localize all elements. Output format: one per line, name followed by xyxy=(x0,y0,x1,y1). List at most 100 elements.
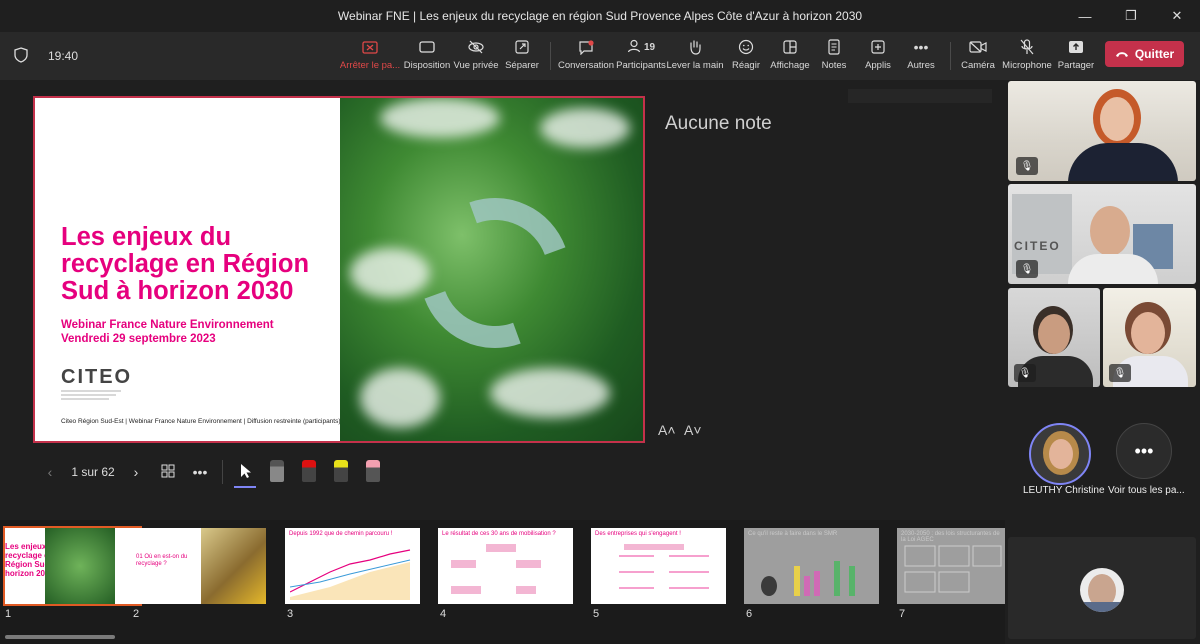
thumbnail-slide-1[interactable]: Les enjeux du recyclage en Région Sud à … xyxy=(3,526,142,606)
more-icon: ••• xyxy=(192,464,208,480)
eye-off-icon xyxy=(468,37,484,57)
cloud xyxy=(360,368,440,428)
cloud xyxy=(540,108,630,148)
microphone-button[interactable]: Microphone xyxy=(1002,37,1052,77)
stop-sharing-button[interactable]: Arrêter le pa... xyxy=(340,37,400,77)
plus-icon xyxy=(871,37,885,57)
more-slide-options-button[interactable]: ••• xyxy=(190,460,210,484)
notes-label: Notes xyxy=(821,60,847,71)
eraser-tool[interactable] xyxy=(270,460,284,482)
decrease-font-button[interactable]: A˅ xyxy=(684,422,702,438)
chevron-right-icon: › xyxy=(133,464,139,480)
window-controls: — ❐ ✕ xyxy=(1062,0,1200,32)
previous-slide-button[interactable]: ‹ xyxy=(42,460,58,484)
slide-counter: 1 sur 62 xyxy=(71,465,115,479)
participants-button[interactable]: 19 Participants xyxy=(616,37,666,77)
featured-participant-avatar[interactable] xyxy=(1029,423,1091,485)
featured-participant-name: LEUTHY Christine xyxy=(1023,485,1105,496)
thumbnail-slide-2[interactable]: 01 Où en est-on du recyclage ? xyxy=(131,528,266,604)
mic-off-icon: 🎙 xyxy=(1016,157,1038,175)
share-button[interactable]: Partager xyxy=(1057,37,1095,77)
view-button[interactable]: Affichage xyxy=(769,37,811,77)
cursor-icon xyxy=(240,463,252,482)
grid-view-icon xyxy=(161,464,175,481)
chat-button[interactable]: Conversation xyxy=(558,37,614,77)
phone-hangup-icon xyxy=(1115,47,1129,61)
see-all-participants-label: Voir tous les pa... xyxy=(1108,485,1185,496)
close-window-button[interactable]: ✕ xyxy=(1154,0,1200,32)
share-label: Partager xyxy=(1057,60,1095,71)
citeo-tagline xyxy=(61,388,141,403)
private-view-button[interactable]: Vue privée xyxy=(453,37,499,77)
layout-button[interactable]: Disposition xyxy=(404,37,450,77)
thumbnail-slide-7[interactable]: 2030-2050 : des lois structurantes de la… xyxy=(897,528,1005,604)
participant-face xyxy=(1049,439,1073,469)
notes-hint-bar xyxy=(848,89,992,103)
thumbnail-slide-5[interactable]: Des entreprises qui s'engagent ! xyxy=(591,528,726,604)
chat-icon xyxy=(578,37,594,57)
more-options-button[interactable]: ••• Autres xyxy=(905,37,937,77)
participant-video-tile[interactable]: 🎙 xyxy=(1103,288,1196,387)
hand-icon xyxy=(688,37,702,57)
toolbar-divider xyxy=(550,42,551,70)
notes-button[interactable]: Notes xyxy=(817,37,851,77)
participant-video-tile[interactable]: CITEO 🎙 xyxy=(1008,184,1196,284)
minimize-button[interactable]: — xyxy=(1062,0,1108,32)
participant-video-tile[interactable]: 🎙 xyxy=(1008,288,1100,387)
grid-view-button[interactable] xyxy=(158,460,178,484)
mic-off-icon: 🎙 xyxy=(1016,260,1038,278)
notes-empty-text: Aucune note xyxy=(665,113,772,134)
view-label: Affichage xyxy=(770,60,810,71)
participant-clothes xyxy=(1068,143,1178,181)
participants-count: 19 xyxy=(643,41,656,53)
citeo-logo: CITEO xyxy=(61,366,133,388)
thumbnail-scrollbar[interactable] xyxy=(5,635,115,639)
emoji-icon xyxy=(738,37,754,57)
active-tool-indicator xyxy=(234,486,256,488)
apps-button[interactable]: Applis xyxy=(861,37,895,77)
citeo-poster-text: CITEO xyxy=(1014,239,1061,253)
thumbnail-title: Depuis 1992 que de chemin parcouru ! xyxy=(289,531,393,537)
cloud xyxy=(380,98,500,138)
yellow-highlighter-tool[interactable] xyxy=(334,460,348,482)
raise-hand-label: Lever la main xyxy=(666,60,724,71)
maximize-button[interactable]: ❐ xyxy=(1108,0,1154,32)
participant-face xyxy=(1131,312,1165,354)
camera-label: Caméra xyxy=(961,60,995,71)
layout-label: Disposition xyxy=(403,60,451,71)
pointer-tool[interactable] xyxy=(236,460,256,484)
layout-icon xyxy=(419,37,435,57)
popout-icon xyxy=(515,37,529,57)
participant-face xyxy=(1090,206,1130,256)
more-icon: ••• xyxy=(913,39,929,55)
mic-off-icon: 🎙 xyxy=(1014,364,1036,382)
participant-clothes xyxy=(1068,254,1158,284)
participant-face xyxy=(1100,97,1134,141)
nav-divider xyxy=(222,460,223,484)
thumbnail-number: 3 xyxy=(287,608,294,620)
toolbar-divider xyxy=(950,42,951,70)
see-all-participants-button[interactable]: ••• xyxy=(1116,423,1172,479)
quit-label: Quitter xyxy=(1134,47,1175,61)
participant-clothes xyxy=(1084,602,1120,612)
current-slide: Les enjeux du recyclage en Région Sud à … xyxy=(33,96,645,443)
red-pen-tool[interactable] xyxy=(302,460,316,482)
cloud xyxy=(350,248,430,298)
participant-video-tile[interactable]: 🎙 xyxy=(1008,81,1196,181)
pink-marker-tool[interactable] xyxy=(366,460,380,482)
next-slide-button[interactable]: › xyxy=(128,460,144,484)
popout-button[interactable]: Séparer xyxy=(503,37,541,77)
react-button[interactable]: Réagir xyxy=(728,37,764,77)
camera-button[interactable]: Caméra xyxy=(960,37,996,77)
thumbnail-number: 5 xyxy=(593,608,600,620)
thumbnail-number: 6 xyxy=(746,608,753,620)
thumbnail-title: Ce qu'il reste à faire dans le SMR xyxy=(748,531,838,537)
thumbnail-slide-4[interactable]: Le résultat de ces 30 ans de mobilisatio… xyxy=(438,528,573,604)
thumbnail-slide-3[interactable]: Depuis 1992 que de chemin parcouru ! xyxy=(285,528,420,604)
raise-hand-button[interactable]: Lever la main xyxy=(666,37,724,77)
increase-font-button[interactable]: A˄ xyxy=(658,422,676,438)
slide-subtitle: Webinar France Nature Environnement Vend… xyxy=(61,318,274,346)
thumbnail-slide-6[interactable]: Ce qu'il reste à faire dans le SMR xyxy=(744,528,879,604)
shield-icon[interactable] xyxy=(14,46,28,66)
quit-button[interactable]: Quitter xyxy=(1105,41,1184,67)
